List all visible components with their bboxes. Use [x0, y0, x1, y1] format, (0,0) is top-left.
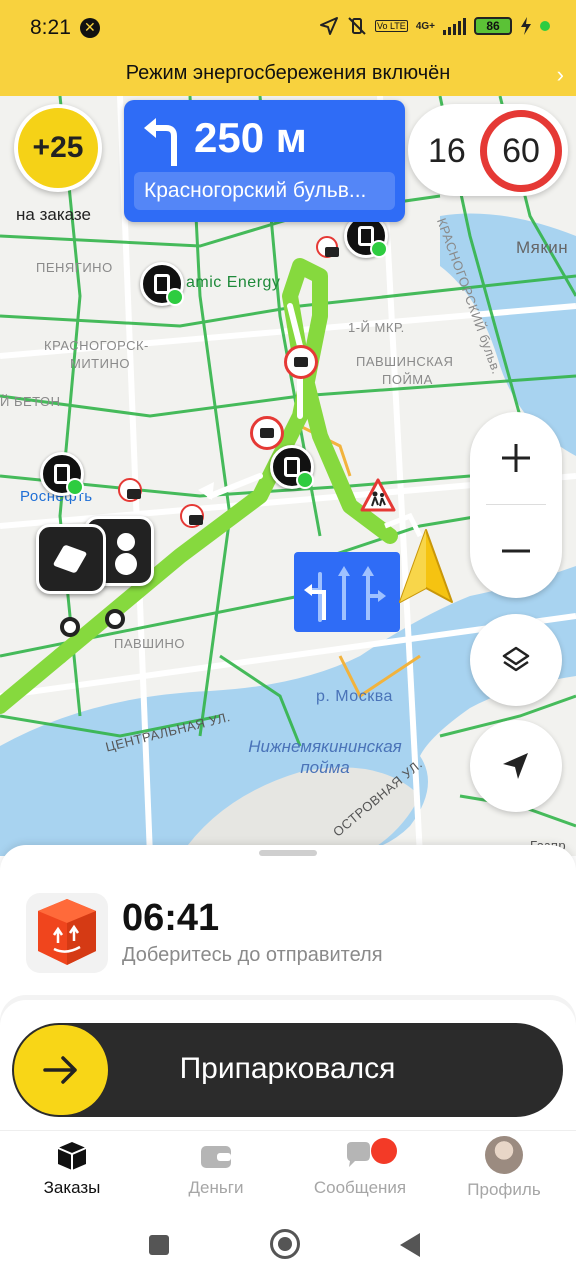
- zoom-controls: [470, 412, 562, 598]
- privacy-dot-icon: [540, 21, 550, 31]
- status-icons: Vo LTE 4G+ 86: [319, 16, 550, 36]
- map-label-pavshino: ПАВШИНО: [114, 636, 185, 651]
- map-label-beton: Й БЕТОН: [0, 394, 61, 409]
- back-button[interactable]: [400, 1233, 420, 1257]
- vibrate-off-icon: [348, 17, 366, 35]
- speed-camera-icon: [118, 478, 142, 502]
- map-label-pavshinskaya-2: ПОЙМА: [382, 372, 433, 387]
- plus-icon: [502, 444, 530, 472]
- bonus-caption: на заказе: [16, 205, 91, 224]
- vehicle-cursor-icon: [399, 529, 453, 603]
- gas-station-poi-icon[interactable]: [40, 452, 84, 496]
- map-layers-button[interactable]: [470, 614, 562, 706]
- map-label-river: р. Москва: [316, 688, 393, 705]
- arrow-right-icon: [43, 1056, 77, 1084]
- messages-notification-badge: [371, 1138, 397, 1164]
- minus-icon: [502, 549, 530, 553]
- avatar: [485, 1136, 523, 1174]
- tab-money[interactable]: Деньги: [151, 1140, 281, 1198]
- my-location-button[interactable]: [470, 720, 562, 812]
- bonus-badge[interactable]: +25: [14, 104, 102, 192]
- children-warning-sign-icon: [360, 478, 396, 512]
- order-pin-stack[interactable]: [36, 516, 156, 596]
- tab-orders-label: Заказы: [43, 1178, 101, 1197]
- signal-icon: [443, 17, 466, 35]
- speed-camera-icon: [180, 504, 204, 528]
- speed-camera-icon: [284, 345, 318, 379]
- avatar-icon: [485, 1136, 523, 1174]
- tab-profile-label: Профиль: [467, 1180, 541, 1199]
- power-saving-banner[interactable]: Режим энергосбережения включён ›: [0, 56, 576, 96]
- maneuver-distance: 250 м: [194, 114, 307, 161]
- status-bar: 8:21 Vo LTE 4G+ 86: [0, 0, 576, 56]
- map-label-krasnogorsk-mitino-2: МИТИНО: [70, 356, 130, 371]
- gas-station-poi-icon[interactable]: [270, 445, 314, 489]
- map-label-krasnogorsk-mitino-1: КРАСНОГОРСК-: [44, 338, 149, 353]
- map-label-myakinino: Мякин: [516, 238, 569, 257]
- tab-orders[interactable]: Заказы: [7, 1140, 137, 1198]
- order-icon-container: [26, 893, 108, 973]
- status-time: 8:21: [30, 16, 71, 39]
- orders-box-icon: [57, 1142, 87, 1170]
- power-saving-text: Режим энергосбережения включён: [125, 62, 451, 84]
- zoom-in-button[interactable]: [470, 412, 562, 505]
- map-label-pavshinskaya-1: ПАВШИНСКАЯ: [356, 354, 454, 369]
- chevron-right-icon: ›: [556, 62, 564, 87]
- turn-left-arrow-icon: [144, 118, 177, 166]
- speed-limit-sign: 60: [480, 110, 562, 192]
- parked-slider-label: Припарковался: [179, 1052, 396, 1085]
- speed-camera-icon: [250, 416, 284, 450]
- lane-arrows-icon: [304, 566, 386, 622]
- network-type: 4G+: [415, 20, 435, 32]
- maneuver-card[interactable]: 250 м Красногорский бульв...: [124, 100, 405, 222]
- battery-icon: 86: [474, 17, 512, 35]
- zoom-out-button[interactable]: [470, 505, 562, 598]
- map-label-dynamic-energy: amic Energy: [186, 274, 281, 291]
- speed-camera-icon: [316, 236, 339, 258]
- tab-messages-label: Сообщения: [313, 1178, 407, 1197]
- home-button[interactable]: [270, 1229, 300, 1259]
- wallet-icon: [201, 1146, 231, 1168]
- navigation-arrow-icon: [503, 753, 528, 779]
- speed-widget: 16 60: [408, 104, 568, 196]
- parcel-box-icon: [38, 899, 96, 965]
- map-label-floodplain-1: Нижнемякининская: [248, 737, 402, 756]
- parked-slider-knob[interactable]: [14, 1025, 108, 1115]
- sheet-drag-handle[interactable]: [259, 850, 317, 856]
- app-notification-icon: [80, 18, 100, 38]
- lane-guidance-sign: [294, 552, 400, 632]
- tab-profile[interactable]: Профиль: [439, 1136, 569, 1200]
- charging-icon: [521, 17, 531, 35]
- current-speed: 16: [428, 132, 466, 170]
- parcel-pin-icon[interactable]: [36, 524, 106, 594]
- recent-apps-button[interactable]: [149, 1235, 169, 1255]
- location-arrow-icon: [319, 17, 338, 35]
- tab-money-label: Деньги: [188, 1178, 244, 1197]
- order-subtitle: Доберитесь до отправителя: [122, 944, 383, 966]
- order-eta: 06:41: [122, 897, 220, 939]
- map-label-penyagino: ПЕНЯГИНО: [36, 260, 113, 275]
- tab-messages[interactable]: Сообщения: [295, 1140, 425, 1198]
- layers-icon: [502, 646, 530, 672]
- gas-station-poi-icon[interactable]: [140, 262, 184, 306]
- map-label-first-mkr: 1-Й МКР.: [348, 320, 405, 335]
- volte-icon: Vo LTE: [374, 20, 408, 32]
- maneuver-street: Красногорский бульв...: [134, 172, 395, 210]
